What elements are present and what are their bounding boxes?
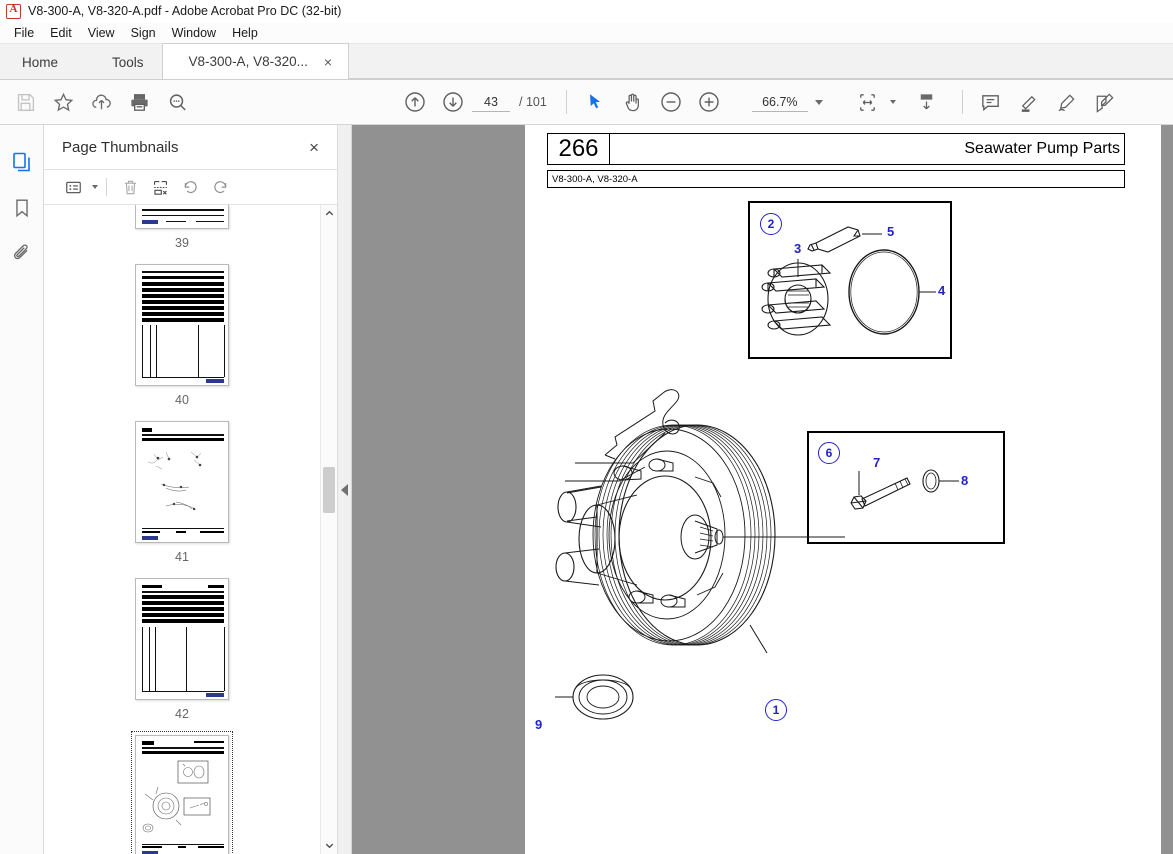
page-header-band: 266 Seawater Pump Parts (547, 133, 1125, 165)
panel-toolbar-separator (106, 178, 107, 196)
menu-window[interactable]: Window (164, 24, 224, 42)
thumbnail-page-image[interactable] (135, 264, 229, 386)
menubar: File Edit View Sign Window Help (0, 23, 1173, 44)
previous-page-button[interactable] (396, 85, 434, 119)
thumbnail-page-image[interactable] (135, 421, 229, 543)
close-icon[interactable]: × (305, 137, 323, 158)
panel-title: Page Thumbnails (62, 138, 179, 156)
page-model-line: V8-300-A, V8-320-A (547, 170, 1125, 188)
page-number-cell: 266 (548, 134, 610, 164)
cloud-upload-icon[interactable] (82, 85, 120, 119)
thumbnail-page-image[interactable] (135, 205, 229, 229)
close-icon[interactable]: × (322, 55, 334, 69)
sign-button[interactable] (1048, 85, 1086, 119)
thumbnail-page-image[interactable] (135, 578, 229, 700)
comment-button[interactable] (972, 85, 1010, 119)
bookmarks-icon[interactable] (4, 185, 40, 231)
tab-home-label: Home (22, 54, 59, 70)
next-page-button[interactable] (434, 85, 472, 119)
attachments-icon[interactable] (4, 231, 40, 277)
list-options-chevron-icon[interactable] (92, 185, 98, 189)
main-toolbar: / 101 (0, 80, 1173, 125)
zoom-in-button[interactable] (690, 85, 728, 119)
print-icon[interactable] (120, 85, 158, 119)
fit-page-chevron-icon[interactable] (889, 100, 896, 104)
seawater-pump-assembly-drawing (555, 389, 845, 720)
tab-document[interactable]: V8-300-A, V8-320... × (161, 43, 350, 79)
callout-2: 2 (760, 213, 782, 235)
search-icon[interactable] (158, 85, 196, 119)
tab-tools[interactable]: Tools (94, 45, 162, 79)
page-number-input[interactable] (472, 92, 510, 112)
callout-8: 8 (961, 473, 969, 488)
navigation-rail (0, 125, 44, 854)
thumbnail-item-selected[interactable]: 43 (131, 731, 233, 854)
sidebar-scrollbar[interactable] (320, 205, 337, 854)
menu-view[interactable]: View (80, 24, 123, 42)
window-titlebar: V8-300-A, V8-320-A.pdf - Adobe Acrobat P… (0, 0, 1173, 23)
scroll-down-button[interactable] (321, 837, 337, 854)
workspace: Page Thumbnails × 39 40 41 42 266 Seawat… (0, 125, 1173, 854)
fit-page-button[interactable] (849, 85, 887, 119)
select-tool-button[interactable] (576, 85, 614, 119)
delete-pages-button[interactable] (115, 174, 145, 200)
chevron-down-icon[interactable] (814, 99, 823, 105)
document-page: 266 Seawater Pump Parts V8-300-A, V8-320… (525, 125, 1161, 854)
rotate-clockwise-button[interactable] (205, 174, 235, 200)
save-button[interactable] (6, 85, 44, 119)
thumbnail-page-number: 41 (175, 550, 189, 564)
panel-toolbar (44, 169, 337, 205)
tab-tools-label: Tools (112, 54, 144, 70)
star-icon[interactable] (44, 85, 82, 119)
highlight-button[interactable] (1010, 85, 1048, 119)
thumbnail-item[interactable]: 39 (135, 205, 229, 250)
rotate-counterclockwise-button[interactable] (175, 174, 205, 200)
thumbnail-list[interactable]: 39 40 41 42 (44, 205, 337, 854)
list-options-icon[interactable] (58, 174, 88, 200)
callout-3: 3 (794, 241, 802, 256)
callout-5: 5 (887, 224, 895, 239)
menu-help[interactable]: Help (224, 24, 266, 42)
zoom-level-input[interactable] (751, 92, 808, 112)
scroll-up-button[interactable] (321, 205, 337, 222)
collapse-panel-arrow-icon[interactable] (341, 483, 348, 496)
scrollbar-thumb[interactable] (323, 467, 335, 513)
toolbar-separator-2 (961, 90, 963, 114)
tab-document-label: V8-300-A, V8-320... (188, 54, 308, 69)
thumbnail-page-number: 40 (175, 393, 189, 407)
toolbar-separator (565, 90, 567, 114)
tabbar: Home Tools V8-300-A, V8-320... × (0, 43, 1173, 80)
callout-4: 4 (938, 283, 946, 298)
page-total-label: / 101 (519, 95, 547, 109)
scroll-mode-button[interactable] (908, 85, 946, 119)
thumbnail-page-image[interactable] (131, 731, 233, 854)
zoom-out-button[interactable] (652, 85, 690, 119)
thumbnail-page-number: 42 (175, 707, 189, 721)
document-viewport[interactable]: 266 Seawater Pump Parts V8-300-A, V8-320… (352, 125, 1173, 854)
tab-home[interactable]: Home (0, 45, 95, 79)
tabbar-empty-area (349, 45, 1173, 79)
acrobat-logo-icon (6, 3, 21, 19)
thumbnail-page-number: 39 (175, 236, 189, 250)
fill-and-sign-button[interactable] (1086, 85, 1124, 119)
window-title: V8-300-A, V8-320-A.pdf - Adobe Acrobat P… (28, 4, 342, 18)
extract-pages-button[interactable] (145, 174, 175, 200)
callout-1: 1 (765, 699, 787, 721)
menu-file[interactable]: File (6, 24, 42, 42)
thumbnail-item[interactable]: 41 (135, 421, 229, 564)
callout-9: 9 (535, 717, 543, 732)
menu-sign[interactable]: Sign (123, 24, 164, 42)
thumbnail-item[interactable]: 42 (135, 578, 229, 721)
hand-tool-button[interactable] (614, 85, 652, 119)
page-thumbnails-icon[interactable] (4, 139, 40, 185)
panel-splitter[interactable] (338, 125, 352, 854)
menu-edit[interactable]: Edit (42, 24, 80, 42)
thumbnail-item[interactable]: 40 (135, 264, 229, 407)
page-section-title: Seawater Pump Parts (964, 140, 1120, 157)
page-thumbnails-panel: Page Thumbnails × 39 40 41 42 (44, 125, 338, 854)
panel-header: Page Thumbnails × (44, 125, 337, 169)
